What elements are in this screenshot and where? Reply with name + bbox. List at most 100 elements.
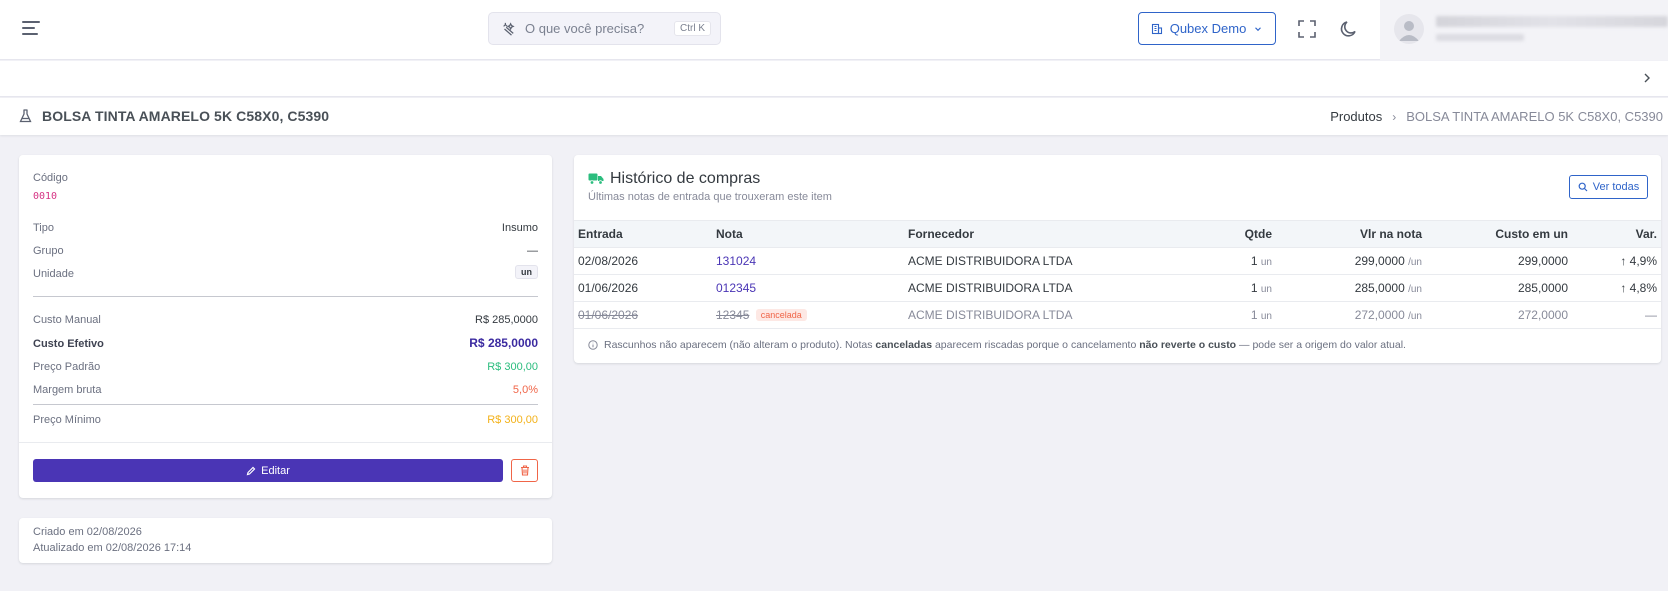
column-header-vlr[interactable]: Vlr na nota [1276,220,1426,248]
tenant-label: Qubex Demo [1169,21,1247,36]
code-value: 0010 [33,191,58,202]
flask-icon [19,109,32,123]
trash-icon [520,465,529,476]
variation-cell: ↑ 4,9% [1572,247,1661,275]
delete-button[interactable] [511,459,538,482]
custo-cell: 272,0000 [1426,301,1572,329]
fornecedor-cell: ACME DISTRIBUIDORA LTDA [904,274,1194,302]
history-subtitle: Últimas notas de entrada que trouxeram e… [588,191,832,203]
column-header-qtde[interactable]: Qtde [1194,220,1276,248]
breadcrumb-current: BOLSA TINTA AMARELO 5K C58X0, C5390 [1406,109,1663,124]
avatar [1394,14,1424,44]
secondary-toolbar [0,61,1668,97]
custo-cell: 285,0000 [1426,274,1572,302]
info-icon [588,340,598,350]
nota-link[interactable]: 012345 [716,281,756,295]
note-bold-2: não reverte o custo [1139,339,1237,351]
preco-minimo-label: Preço Mínimo [33,414,101,426]
column-header-entrada[interactable]: Entrada [574,220,712,248]
history-title: Histórico de compras [610,170,761,187]
custo-efetivo-value: R$ 285,0000 [469,336,538,350]
global-search[interactable]: Ctrl K [488,12,721,45]
margem-label: Margem bruta [33,384,102,396]
chevron-down-icon [1255,26,1262,31]
table-header-row: Entrada Nota Fornecedor Qtde Vlr na nota… [574,220,1661,248]
column-header-custo[interactable]: Custo em un [1426,220,1572,248]
user-menu[interactable] [1380,0,1668,60]
custo-manual-label: Custo Manual [33,314,101,326]
variation-cell: ↑ 4,8% [1572,274,1661,302]
purchase-history-card: Histórico de compras Últimas notas de en… [574,155,1661,363]
edit-button[interactable]: Editar [33,459,503,482]
user-name-redacted [1436,16,1668,27]
note-text-3: — pode ser a origem do valor atual. [1236,339,1406,351]
qtde-unit: un [1260,284,1272,295]
truck-icon [588,173,604,185]
qtde-value: 1 [1250,308,1258,322]
vlr-unit: /un [1408,311,1422,322]
preco-minimo-value: R$ 300,00 [487,414,538,426]
entrada-cell: 01/06/2026 [578,308,639,322]
table-row-cancelled: 01/06/2026 12345 cancelada ACME DISTRIBU… [574,301,1661,329]
dark-mode-moon-icon[interactable] [1338,18,1360,40]
search-shortcut-badge: Ctrl K [674,21,711,36]
user-avatar-icon [1399,21,1419,41]
vlr-unit: /un [1408,257,1422,268]
page-title: BOLSA TINTA AMARELO 5K C58X0, C5390 [42,108,330,124]
breadcrumb: Produtos › BOLSA TINTA AMARELO 5K C58X0,… [1330,109,1663,124]
grupo-label: Grupo [33,245,64,257]
tipo-label: Tipo [33,222,54,234]
custo-cell: 299,0000 [1426,247,1572,275]
history-footnote: Rascunhos não aparecem (não alteram o pr… [588,339,1406,351]
variation-cell: — [1572,301,1661,329]
fullscreen-icon[interactable] [1296,18,1318,40]
custo-efetivo-label: Custo Efetivo [33,338,104,350]
section-divider [33,296,538,297]
view-all-label: Ver todas [1592,181,1640,193]
column-header-var[interactable]: Var. [1572,220,1661,248]
section-divider [33,404,538,405]
view-all-button[interactable]: Ver todas [1569,175,1648,199]
note-text-2: aparecem riscadas porque o cancelamento [932,339,1140,351]
footer-divider [19,442,552,443]
building-icon [1151,23,1162,34]
top-header: Ctrl K Qubex Demo [0,0,1668,60]
qtde-unit: un [1260,311,1272,322]
search-sparkle-icon [503,21,515,36]
search-icon [1578,182,1588,192]
table-row: 01/06/2026 012345 ACME DISTRIBUIDORA LTD… [574,274,1661,302]
qtde-value: 1 [1250,281,1258,295]
chevron-right-icon[interactable] [1640,71,1654,85]
breadcrumb-link-produtos[interactable]: Produtos [1330,109,1382,124]
menu-toggle-icon[interactable] [22,20,42,36]
code-label: Código [33,172,68,184]
unidade-label: Unidade [33,268,74,280]
audit-info-card: Criado em 02/08/2026 Atualizado em 02/08… [19,518,552,563]
vlr-value: 272,0000 [1354,308,1405,322]
product-details-card: Código 0010 Tipo Insumo Grupo — Unidade … [19,155,552,498]
page-title-bar: BOLSA TINTA AMARELO 5K C58X0, C5390 Prod… [0,98,1668,135]
table-row: 02/08/2026 131024 ACME DISTRIBUIDORA LTD… [574,247,1661,275]
tipo-value: Insumo [501,222,538,234]
fornecedor-cell: ACME DISTRIBUIDORA LTDA [904,301,1194,329]
column-header-fornecedor[interactable]: Fornecedor [904,220,1194,248]
user-role-redacted [1436,34,1524,41]
fornecedor-cell: ACME DISTRIBUIDORA LTDA [904,247,1194,275]
qtde-value: 1 [1250,254,1258,268]
vlr-unit: /un [1408,284,1422,295]
pencil-icon [246,466,256,475]
search-input[interactable] [525,21,665,36]
preco-padrao-value: R$ 300,00 [487,361,538,373]
unidade-badge: un [515,265,538,279]
nota-link[interactable]: 131024 [716,254,756,268]
edit-button-label: Editar [261,464,290,477]
cancelled-badge: cancelada [755,309,807,321]
tenant-switcher-button[interactable]: Qubex Demo [1138,12,1276,45]
preco-padrao-label: Preço Padrão [33,361,101,373]
note-bold-1: canceladas [875,339,933,351]
entrada-cell: 01/06/2026 [574,274,712,302]
column-header-nota[interactable]: Nota [712,220,904,248]
grupo-value: — [527,245,538,257]
updated-at: Atualizado em 02/08/2026 17:14 [33,542,192,554]
vlr-value: 285,0000 [1354,281,1405,295]
